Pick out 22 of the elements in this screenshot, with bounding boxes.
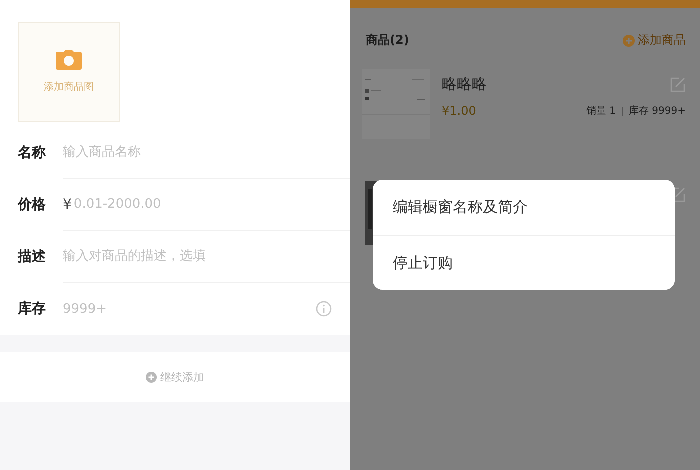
- plus-icon: [623, 34, 635, 46]
- field-label: 名称: [16, 144, 47, 163]
- add-image-button[interactable]: 添加商品图: [18, 22, 120, 122]
- plus-icon: [146, 372, 156, 382]
- camera-icon: [56, 50, 82, 70]
- product-name: 略略略: [442, 75, 487, 94]
- info-icon[interactable]: [316, 301, 332, 317]
- menu-item[interactable]: 停止订购: [373, 235, 675, 290]
- field-label: 库存: [17, 300, 47, 319]
- continue-add-button[interactable]: 继续添加: [146, 370, 204, 384]
- input-field[interactable]: 9999+: [63, 302, 316, 316]
- input-field[interactable]: 输入商品名称: [63, 145, 332, 160]
- list-title: 商品(2): [366, 32, 410, 49]
- field-label: 价格: [16, 196, 47, 215]
- product-price: ¥1.00: [442, 104, 476, 118]
- add-product-button[interactable]: 添加商品: [623, 32, 686, 49]
- field-label: 描述: [16, 248, 47, 267]
- stock-count: 库存 9999+: [628, 104, 686, 118]
- sales-count: 销量 1: [586, 105, 616, 118]
- input-field[interactable]: 输入对商品的描述，选填: [63, 249, 332, 264]
- input-field[interactable]: 0.01-2000.00: [74, 197, 332, 212]
- currency-sign: ¥: [63, 196, 72, 212]
